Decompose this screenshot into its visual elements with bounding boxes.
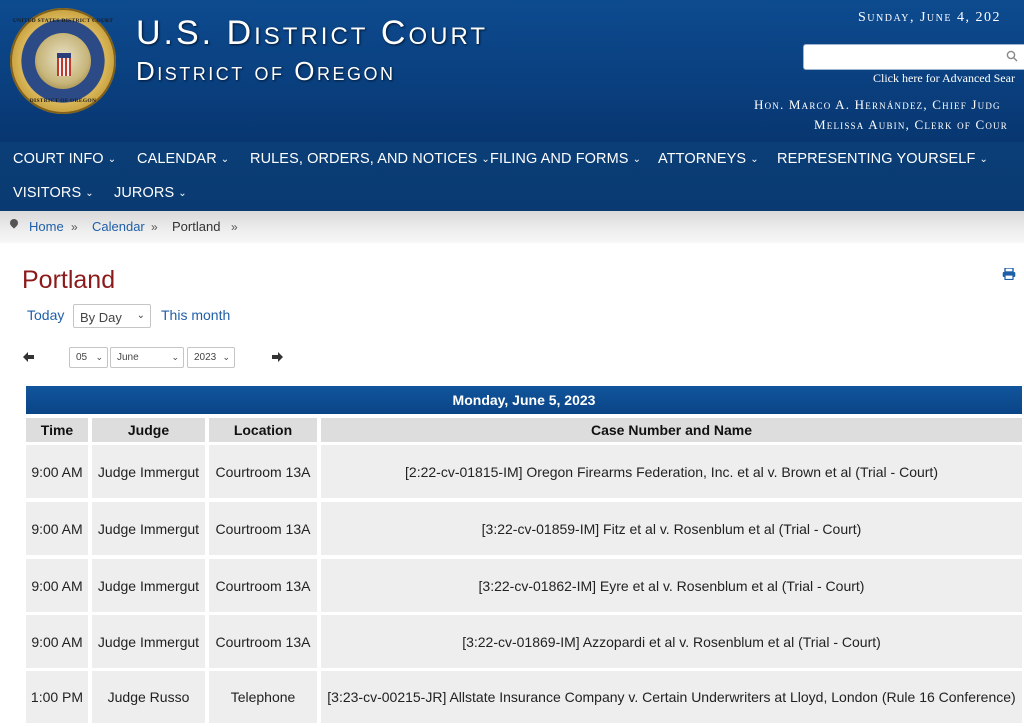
clerk-text: Melissa Aubin, Clerk of Cour [814,117,1008,132]
current-date: Sunday, June 4, 202 [858,10,1001,25]
cell-judge: Judge Immergut [92,445,205,498]
arrow-left-icon[interactable] [23,352,34,362]
chevron-down-icon: ⌄ [222,352,230,362]
chevron-down-icon: ⌄ [481,154,490,165]
cell-location: Courtroom 13A [209,445,317,498]
chevron-down-icon: ⌄ [979,154,988,165]
day-select-value: 05 [76,352,88,363]
cell-case[interactable]: [3:22-cv-01859-IM] Fitz et al v. Rosenbl… [321,502,1022,555]
nav-jurors[interactable]: JURORS ⌄ [114,185,187,201]
cell-judge: Judge Russo [92,671,205,723]
cell-case[interactable]: [3:23-cv-00215-JR] Allstate Insurance Co… [321,671,1022,723]
cell-location: Telephone [209,671,317,723]
nav-label: ATTORNEYS [658,151,747,167]
column-header-location: Location [209,418,317,442]
chevron-down-icon: ⌄ [107,154,117,165]
search-icon[interactable] [1006,50,1018,62]
chevron-down-icon: ⌄ [85,188,94,199]
chief-judge-text: Hon. Marco A. Hernández, Chief Judg [754,97,1001,112]
cell-time: 1:00 PM [26,671,88,723]
nav-attorneys[interactable]: ATTORNEYS ⌄ [658,151,759,167]
chevron-down-icon: ⌄ [750,154,759,165]
seal-text-bottom: DISTRICT OF OREGON [29,98,97,104]
year-select[interactable]: 2023 ⌄ [187,347,235,368]
chevron-down-icon: ⌄ [178,188,187,199]
map-pin-icon [8,217,20,229]
breadcrumb-separator: » [151,220,158,234]
cell-case[interactable]: [3:22-cv-01862-IM] Eyre et al v. Rosenbl… [321,559,1022,612]
month-select-value: June [117,352,139,363]
month-select[interactable]: June ⌄ [110,347,184,368]
chevron-down-icon: ⌄ [95,352,103,362]
court-seal-logo[interactable]: UNITED STATES DISTRICT COURT DISTRICT OF… [10,8,116,114]
cell-time: 9:00 AM [26,559,88,612]
chevron-down-icon: ⌄ [171,352,179,362]
search-input[interactable] [803,44,1024,70]
year-select-value: 2023 [194,352,217,363]
nav-visitors[interactable]: VISITORS ⌄ [13,185,94,201]
this-month-link[interactable]: This month [161,307,230,323]
cell-case[interactable]: [3:22-cv-01869-IM] Azzopardi et al v. Ro… [321,615,1022,668]
cell-judge: Judge Immergut [92,559,205,612]
day-heading: Monday, June 5, 2023 [26,386,1022,414]
nav-label: RULES, ORDERS, AND NOTICES [250,151,478,167]
today-link[interactable]: Today [27,307,64,323]
shield-icon [57,53,71,76]
nav-label: REPRESENTING YOURSELF [777,151,976,167]
cell-location: Courtroom 13A [209,615,317,668]
nav-label: VISITORS [13,185,82,201]
cell-judge: Judge Immergut [92,615,205,668]
nav-calendar[interactable]: CALENDAR ⌄ [137,151,229,167]
nav-filing-and-forms[interactable]: FILING AND FORMS ⌄ [490,151,641,167]
column-header-case: Case Number and Name [321,418,1022,442]
nav-label: COURT INFO [13,151,104,167]
advanced-search-link[interactable]: Click here for Advanced Sear [873,71,1015,86]
nav-label: CALENDAR [137,151,217,167]
cell-time: 9:00 AM [26,615,88,668]
site-subtitle[interactable]: District of Oregon [136,56,395,87]
cell-judge: Judge Immergut [92,502,205,555]
main-navigation: COURT INFO ⌄ CALENDAR ⌄ RULES, ORDERS, AND… [0,142,1024,211]
breadcrumb-current: Portland [172,219,221,234]
arrow-right-icon[interactable] [272,352,283,362]
nav-rules-orders-notices[interactable]: RULES, ORDERS, AND NOTICES ⌄ [250,151,490,167]
column-header-judge: Judge [92,418,205,442]
cell-time: 9:00 AM [26,502,88,555]
nav-label: FILING AND FORMS [490,151,629,167]
breadcrumb-calendar[interactable]: Calendar [92,219,145,234]
site-header: UNITED STATES DISTRICT COURT DISTRICT OF… [0,0,1024,142]
chevron-down-icon: ⌄ [136,310,145,321]
column-header-time: Time [26,418,88,442]
cell-location: Courtroom 13A [209,502,317,555]
cell-time: 9:00 AM [26,445,88,498]
cell-location: Courtroom 13A [209,559,317,612]
breadcrumb-separator: » [231,220,238,234]
chevron-down-icon: ⌄ [220,154,230,165]
cell-case[interactable]: [2:22-cv-01815-IM] Oregon Firearms Feder… [321,445,1022,498]
breadcrumb-separator: » [71,220,78,234]
nav-label: JURORS [114,185,175,201]
breadcrumb: Home » Calendar » Portland » [0,211,1024,243]
breadcrumb-home[interactable]: Home [29,219,64,234]
chevron-down-icon: ⌄ [632,154,642,165]
page-title: Portland [22,266,116,294]
view-select-value: By Day [80,310,122,325]
site-title[interactable]: U.S. District Court [136,14,488,53]
seal-text-top: UNITED STATES DISTRICT COURT [12,18,114,24]
nav-representing-yourself[interactable]: REPRESENTING YOURSELF ⌄ [777,151,988,167]
view-select[interactable]: By Day ⌄ [73,304,151,328]
day-select[interactable]: 05 ⌄ [69,347,108,368]
nav-court-info[interactable]: COURT INFO ⌄ [13,151,116,167]
print-icon[interactable] [1002,268,1016,280]
